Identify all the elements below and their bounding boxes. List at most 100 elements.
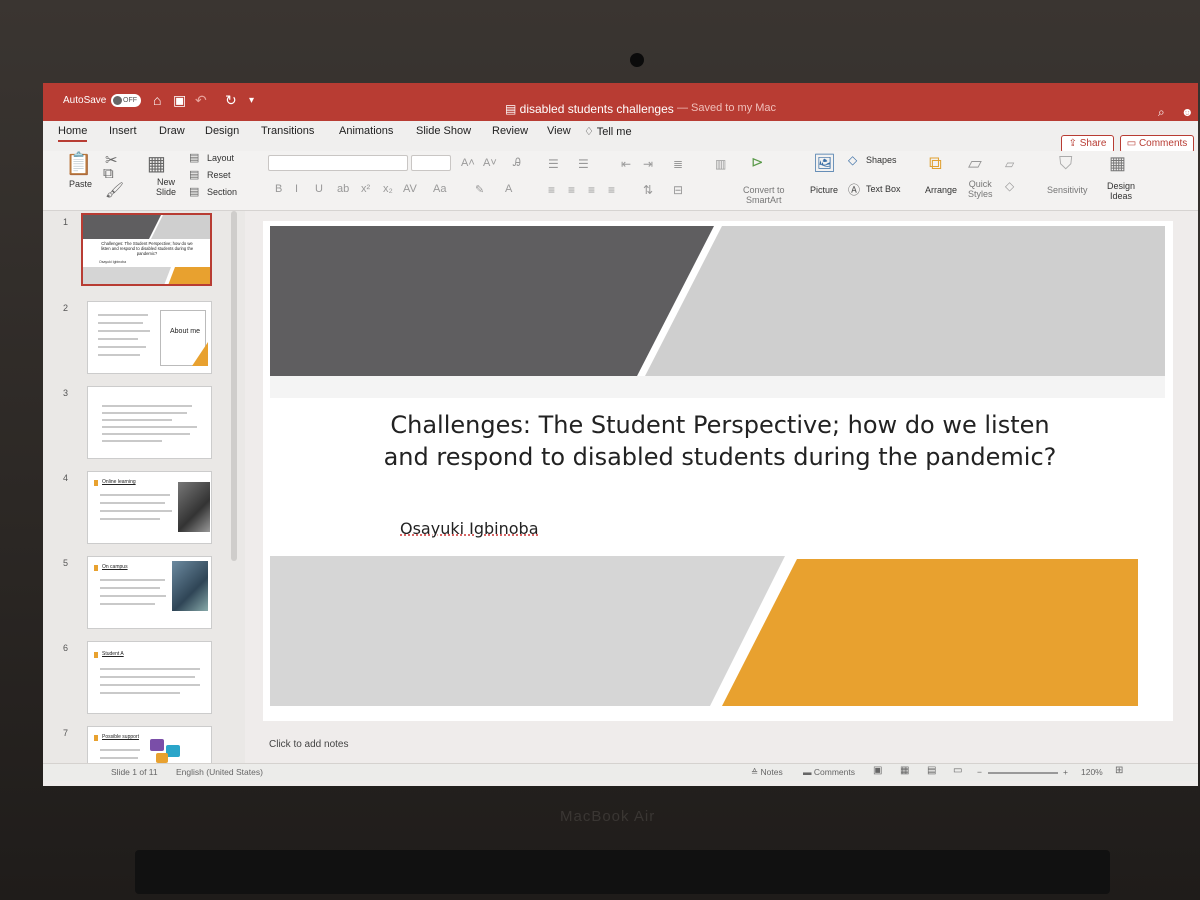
smartart-icon[interactable]: ⊳ (751, 153, 764, 171)
layout-button[interactable]: Layout (207, 153, 234, 163)
align-text-icon[interactable]: ⊟ (673, 183, 683, 197)
decrease-indent-icon[interactable]: ⇤ (621, 157, 631, 171)
slide-thumbnail-7[interactable]: Possible support (87, 726, 212, 766)
italic-icon[interactable]: I (295, 183, 298, 195)
tab-design[interactable]: Design (205, 125, 239, 137)
strikethrough-icon[interactable]: ab (337, 183, 349, 195)
customize-toolbar-icon[interactable]: ▾ (249, 95, 254, 106)
superscript-icon[interactable]: x² (361, 183, 370, 195)
home-icon[interactable]: ⌂ (153, 92, 161, 108)
zoom-out-icon[interactable]: − (977, 767, 982, 777)
shape-outline-icon[interactable]: ▱ (1005, 157, 1014, 171)
increase-font-icon[interactable]: A˄ (461, 157, 475, 169)
shapes-icon[interactable]: ◇ (848, 153, 857, 167)
fit-to-window-icon[interactable]: ⊞ (1115, 765, 1123, 776)
slide-1[interactable]: Challenges: The Student Perspective; how… (270, 226, 1165, 716)
picture-button[interactable]: Picture (810, 185, 838, 195)
subscript-icon[interactable]: x₂ (383, 183, 393, 195)
language-indicator[interactable]: English (United States) (176, 767, 263, 777)
font-name-dropdown[interactable] (268, 155, 408, 171)
thumbnails-scrollbar[interactable] (231, 211, 237, 561)
text-box-icon[interactable]: Ⓐ (848, 181, 860, 198)
arrange-button[interactable]: Arrange (925, 185, 957, 195)
tab-transitions[interactable]: Transitions (261, 125, 314, 137)
decrease-font-icon[interactable]: A˅ (483, 157, 497, 169)
quick-styles-icon[interactable]: ▱ (968, 153, 982, 174)
picture-icon[interactable]: 🖼 (813, 153, 836, 174)
notes-placeholder[interactable]: Click to add notes (269, 739, 349, 750)
undo-icon[interactable]: ↶ (195, 92, 207, 109)
paste-icon[interactable]: 📋 (65, 151, 92, 177)
account-icon[interactable]: ☻ (1181, 105, 1194, 119)
arrange-icon[interactable]: ⧉ (929, 153, 942, 174)
notes-label: Notes (760, 767, 783, 777)
sensitivity-button[interactable]: Sensitivity (1047, 185, 1088, 195)
tell-me-search[interactable]: ♢ Tell me (584, 125, 632, 138)
slide-thumbnail-3[interactable] (87, 386, 212, 459)
normal-view-icon[interactable]: ▣ (873, 765, 882, 776)
align-left-icon[interactable]: ≡ (548, 183, 555, 197)
shapes-button[interactable]: Shapes (866, 155, 897, 165)
align-center-icon[interactable]: ≡ (568, 183, 575, 197)
zoom-slider[interactable] (988, 772, 1058, 774)
slide-title[interactable]: Challenges: The Student Perspective; how… (370, 409, 1070, 473)
slide-subtitle[interactable]: Osayuki Igbinoba (400, 519, 539, 538)
slideshow-view-icon[interactable]: ▭ (953, 765, 962, 776)
sensitivity-icon[interactable]: ⛉ (1059, 153, 1073, 174)
tab-review[interactable]: Review (492, 125, 528, 137)
slide-thumbnail-4[interactable]: Online learning (87, 471, 212, 544)
slide-thumbnail-6[interactable]: Student A (87, 641, 212, 714)
tab-home[interactable]: Home (58, 125, 88, 142)
slide-thumbnail-2[interactable]: About me (87, 301, 212, 374)
section-icon[interactable]: ▤ (189, 185, 199, 198)
slide-sorter-icon[interactable]: ▦ (900, 765, 909, 776)
save-icon[interactable]: ▣ (173, 92, 186, 109)
clear-format-icon[interactable]: Ꭿ (513, 157, 521, 170)
text-direction-icon[interactable]: ⇅ (643, 183, 653, 197)
notes-toggle[interactable]: ≙ Notes (751, 767, 783, 778)
reset-button[interactable]: Reset (207, 170, 231, 180)
numbering-icon[interactable]: ☰ (578, 157, 589, 171)
columns-icon[interactable]: ▥ (715, 157, 726, 171)
underline-icon[interactable]: U (315, 183, 323, 195)
convert-smartart-button[interactable]: Convert to SmartArt (743, 185, 785, 205)
change-case-icon[interactable]: Aa (433, 183, 446, 195)
new-slide-label[interactable]: New Slide (156, 177, 176, 197)
highlight-icon[interactable]: ✎ (475, 183, 484, 196)
copy-icon[interactable]: ⧉ (103, 165, 114, 182)
tab-insert[interactable]: Insert (109, 125, 137, 137)
slide-thumbnail-5[interactable]: On campus (87, 556, 212, 629)
character-spacing-icon[interactable]: AV (403, 183, 417, 195)
font-size-dropdown[interactable] (411, 155, 451, 171)
slide-thumbnail-1[interactable]: Challenges: The Student Perspective; how… (81, 213, 212, 286)
tab-slide-show[interactable]: Slide Show (416, 125, 471, 137)
slide-thumbnails-pane[interactable]: 1 Challenges: The Student Perspective; h… (43, 211, 245, 766)
bullets-icon[interactable]: ☰ (548, 157, 559, 171)
quick-styles-button[interactable]: Quick Styles (968, 179, 993, 199)
comments-toggle[interactable]: ▬ Comments (803, 767, 855, 777)
reading-view-icon[interactable]: ▤ (927, 765, 936, 776)
justify-icon[interactable]: ≡ (608, 183, 615, 197)
search-icon[interactable]: ⌕ (1158, 105, 1165, 120)
font-color-icon[interactable]: A (505, 183, 512, 195)
design-ideas-button[interactable]: Design Ideas (1107, 181, 1135, 201)
layout-icon[interactable]: ▤ (189, 151, 199, 164)
reset-icon[interactable]: ▤ (189, 168, 199, 181)
line-spacing-icon[interactable]: ≣ (673, 157, 683, 171)
design-ideas-icon[interactable]: ▦ (1109, 153, 1126, 174)
format-painter-icon[interactable]: 🖌 (105, 181, 124, 199)
zoom-level[interactable]: 120% (1081, 767, 1103, 777)
tab-draw[interactable]: Draw (159, 125, 185, 137)
text-box-button[interactable]: Text Box (866, 184, 901, 194)
increase-indent-icon[interactable]: ⇥ (643, 157, 653, 171)
tab-view[interactable]: View (547, 125, 571, 137)
autosave-toggle[interactable]: OFF (111, 94, 141, 107)
shape-fill-icon[interactable]: ◇ (1005, 179, 1014, 193)
align-right-icon[interactable]: ≡ (588, 183, 595, 197)
tab-animations[interactable]: Animations (339, 125, 393, 137)
zoom-in-icon[interactable]: + (1063, 767, 1068, 777)
redo-icon[interactable]: ↻ (225, 92, 237, 109)
bold-icon[interactable]: B (275, 183, 282, 195)
section-button[interactable]: Section (207, 187, 237, 197)
new-slide-icon[interactable]: ▦ (147, 151, 166, 176)
